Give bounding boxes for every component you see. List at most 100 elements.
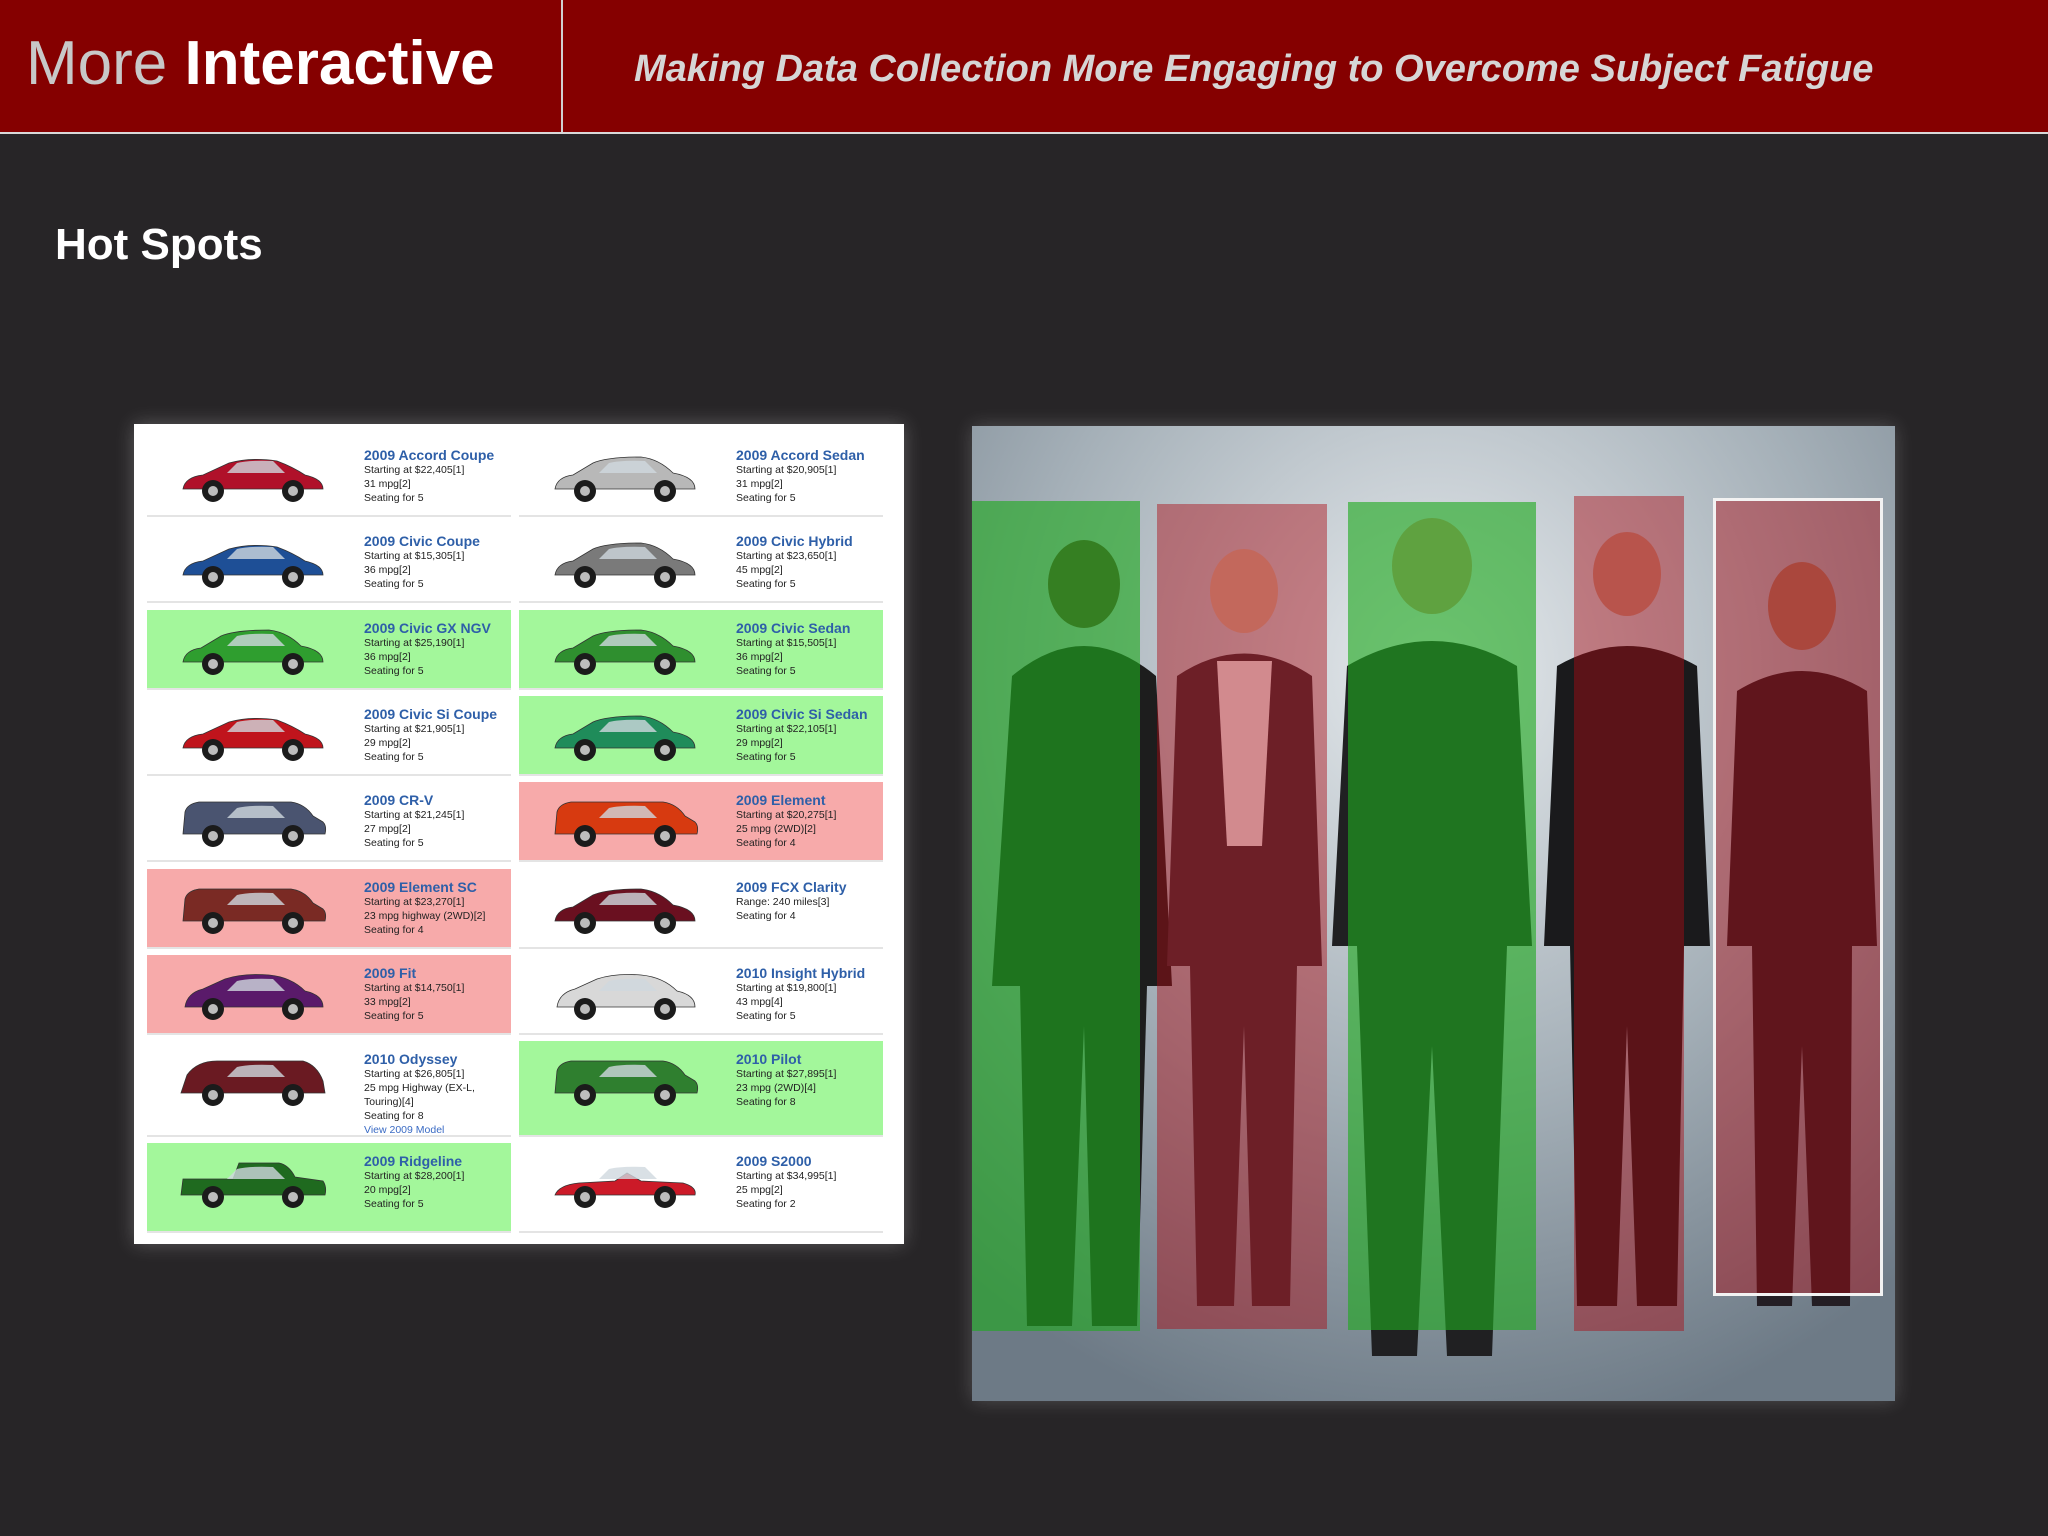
car-spec-line: Seating for 5 (364, 492, 424, 504)
car-spec-line: 33 mpg[2] (364, 996, 411, 1008)
car-name-link[interactable]: 2009 Civic Hybrid (736, 533, 853, 549)
car-details: 2009 Civic Si Sedan Starting at $22,105[1… (736, 706, 868, 764)
car-spec-line: Seating for 5 (364, 578, 424, 590)
car-cell[interactable]: 2010 Pilot Starting at $27,895[1] 23 mpg (… (519, 1041, 883, 1137)
hotspot-1[interactable] (972, 501, 1140, 1331)
car-cell[interactable]: 2009 Ridgeline Starting at $28,200[1] 20 m… (147, 1143, 511, 1233)
car-cell[interactable]: 2009 Civic Si Sedan Starting at $22,105[1… (519, 696, 883, 776)
car-spec-line: Starting at $20,275[1] (736, 809, 837, 821)
car-icon (182, 545, 324, 588)
car-spec-line: Starting at $15,505[1] (736, 637, 837, 649)
car-spec-line: 25 mpg[2] (736, 1184, 783, 1196)
car-details: 2009 Element Starting at $20,275[1] 25 mpg… (736, 792, 836, 850)
car-spec-line: 29 mpg[2] (364, 737, 411, 749)
car-details: 2009 Accord Sedan Starting at $20,905[1] 3… (736, 447, 865, 505)
hotspot-2[interactable] (1157, 504, 1327, 1329)
car-spec-line: Seating for 4 (364, 924, 424, 936)
car-cell[interactable]: 2009 Civic Hybrid Starting at $23,650[1] 4… (519, 523, 883, 603)
car-spec-line: Starting at $21,245[1] (364, 809, 465, 821)
car-spec-line: Touring)[4] (364, 1096, 414, 1108)
car-icon (554, 715, 696, 761)
car-name-link[interactable]: 2009 Civic Sedan (736, 620, 850, 636)
car-spec-line: Seating for 5 (736, 1010, 796, 1022)
car-cell[interactable]: 2009 Element SC Starting at $23,270[1] 23 … (147, 869, 511, 949)
car-icon (554, 1166, 696, 1208)
car-spec-line: 36 mpg[2] (364, 651, 411, 663)
car-catalog-image: 2009 Accord Coupe Starting at $22,405[1] 3… (134, 424, 904, 1244)
title-light: More (26, 29, 168, 98)
car-name-link[interactable]: 2009 CR-V (364, 792, 464, 808)
car-name-link[interactable]: 2010 Odyssey (364, 1051, 475, 1067)
car-cell[interactable]: 2009 CR-V Starting at $21,245[1] 27 mpg[2]… (147, 782, 511, 862)
car-cell[interactable]: 2009 Civic Sedan Starting at $15,505[1] 36… (519, 610, 883, 690)
car-icon (554, 456, 696, 502)
car-icon (180, 1162, 327, 1208)
car-cell[interactable]: 2009 S2000 Starting at $34,995[1] 25 mpg[2… (519, 1143, 883, 1233)
car-spec-line: Starting at $26,805[1] (364, 1068, 465, 1080)
car-cell[interactable]: 2009 Civic Si Coupe Starting at $21,905[1… (147, 696, 511, 776)
car-spec-line: Starting at $28,200[1] (364, 1170, 465, 1182)
car-cell[interactable]: 2010 Odyssey Starting at $26,805[1] 25 mpg… (147, 1041, 511, 1137)
slide-title: More Interactive (26, 28, 495, 99)
car-details: 2009 Civic Si Coupe Starting at $21,905[1… (364, 706, 497, 764)
car-spec-line: Starting at $15,305[1] (364, 550, 465, 562)
car-spec-line: Starting at $21,905[1] (364, 723, 465, 735)
car-icon (554, 1060, 699, 1106)
car-details: 2009 Civic GX NGV Starting at $25,190[1] 3… (364, 620, 491, 678)
car-cell[interactable]: 2010 Insight Hybrid Starting at $19,800[1… (519, 955, 883, 1035)
car-icon (554, 801, 699, 847)
car-name-link[interactable]: 2010 Insight Hybrid (736, 965, 865, 981)
car-name-link[interactable]: 2009 Element (736, 792, 836, 808)
car-cell[interactable]: 2009 Civic Coupe Starting at $15,305[1] 36… (147, 523, 511, 603)
car-name-link[interactable]: 2009 FCX Clarity (736, 879, 847, 895)
car-spec-line: Seating for 5 (736, 492, 796, 504)
header-divider (561, 0, 563, 132)
hotspot-3[interactable] (1348, 502, 1536, 1330)
car-spec-line: Starting at $23,270[1] (364, 896, 465, 908)
car-spec-line: Seating for 4 (736, 910, 796, 922)
car-name-link[interactable]: 2009 Ridgeline (364, 1153, 464, 1169)
car-details: 2009 Ridgeline Starting at $28,200[1] 20 m… (364, 1153, 464, 1211)
hotspot-4[interactable] (1574, 496, 1684, 1331)
car-name-link[interactable]: 2009 Civic Si Coupe (364, 706, 497, 722)
car-name-link[interactable]: 2009 S2000 (736, 1153, 836, 1169)
car-icon (182, 459, 324, 502)
car-name-link[interactable]: 2010 Pilot (736, 1051, 836, 1067)
car-cell[interactable]: 2009 Accord Sedan Starting at $20,905[1] 3… (519, 437, 883, 517)
car-spec-line: 43 mpg[4] (736, 996, 783, 1008)
car-cell[interactable]: 2009 Civic GX NGV Starting at $25,190[1] 3… (147, 610, 511, 690)
car-spec-line: Seating for 2 (736, 1198, 796, 1210)
car-name-link[interactable]: 2009 Element SC (364, 879, 485, 895)
car-spec-line: 36 mpg[2] (364, 564, 411, 576)
car-name-link[interactable]: 2009 Civic Coupe (364, 533, 480, 549)
car-name-link[interactable]: 2009 Accord Coupe (364, 447, 494, 463)
car-icon (554, 888, 696, 934)
car-cell[interactable]: 2009 Accord Coupe Starting at $22,405[1] 3… (147, 437, 511, 517)
section-title: Hot Spots (55, 220, 263, 269)
people-photo-with-hotspots (972, 426, 1895, 1401)
car-spec-line: Range: 240 miles[3] (736, 896, 830, 908)
car-name-link[interactable]: 2009 Civic Si Sedan (736, 706, 868, 722)
car-details: 2009 Element SC Starting at $23,270[1] 23 … (364, 879, 485, 937)
car-spec-line: Seating for 8 (364, 1110, 424, 1122)
car-spec-line: 23 mpg highway (2WD)[2] (364, 910, 486, 922)
car-spec-line: Starting at $25,190[1] (364, 637, 465, 649)
car-spec-line: Seating for 5 (364, 1010, 424, 1022)
car-details: 2010 Pilot Starting at $27,895[1] 23 mpg (… (736, 1051, 836, 1109)
car-name-link[interactable]: 2009 Civic GX NGV (364, 620, 491, 636)
car-details: 2010 Insight Hybrid Starting at $19,800[1… (736, 965, 865, 1023)
car-spec-line: Starting at $14,750[1] (364, 982, 465, 994)
car-icon (182, 801, 327, 847)
hotspot-5[interactable] (1713, 498, 1883, 1296)
car-spec-line: 23 mpg (2WD)[4] (736, 1082, 816, 1094)
car-name-link[interactable]: 2009 Fit (364, 965, 464, 981)
slide-subtitle: Making Data Collection More Engaging to … (634, 48, 1874, 90)
car-details: 2009 Accord Coupe Starting at $22,405[1] 3… (364, 447, 494, 505)
car-spec-line: Seating for 5 (364, 1198, 424, 1210)
car-name-link[interactable]: 2009 Accord Sedan (736, 447, 865, 463)
car-cell[interactable]: 2009 FCX Clarity Range: 240 miles[3] Seati… (519, 869, 883, 949)
car-cell[interactable]: 2009 Fit Starting at $14,750[1] 33 mpg[2] S… (147, 955, 511, 1035)
car-icon (180, 1060, 326, 1106)
view-model-link[interactable]: View 2009 Model (364, 1123, 475, 1137)
car-cell[interactable]: 2009 Element Starting at $20,275[1] 25 mpg… (519, 782, 883, 862)
